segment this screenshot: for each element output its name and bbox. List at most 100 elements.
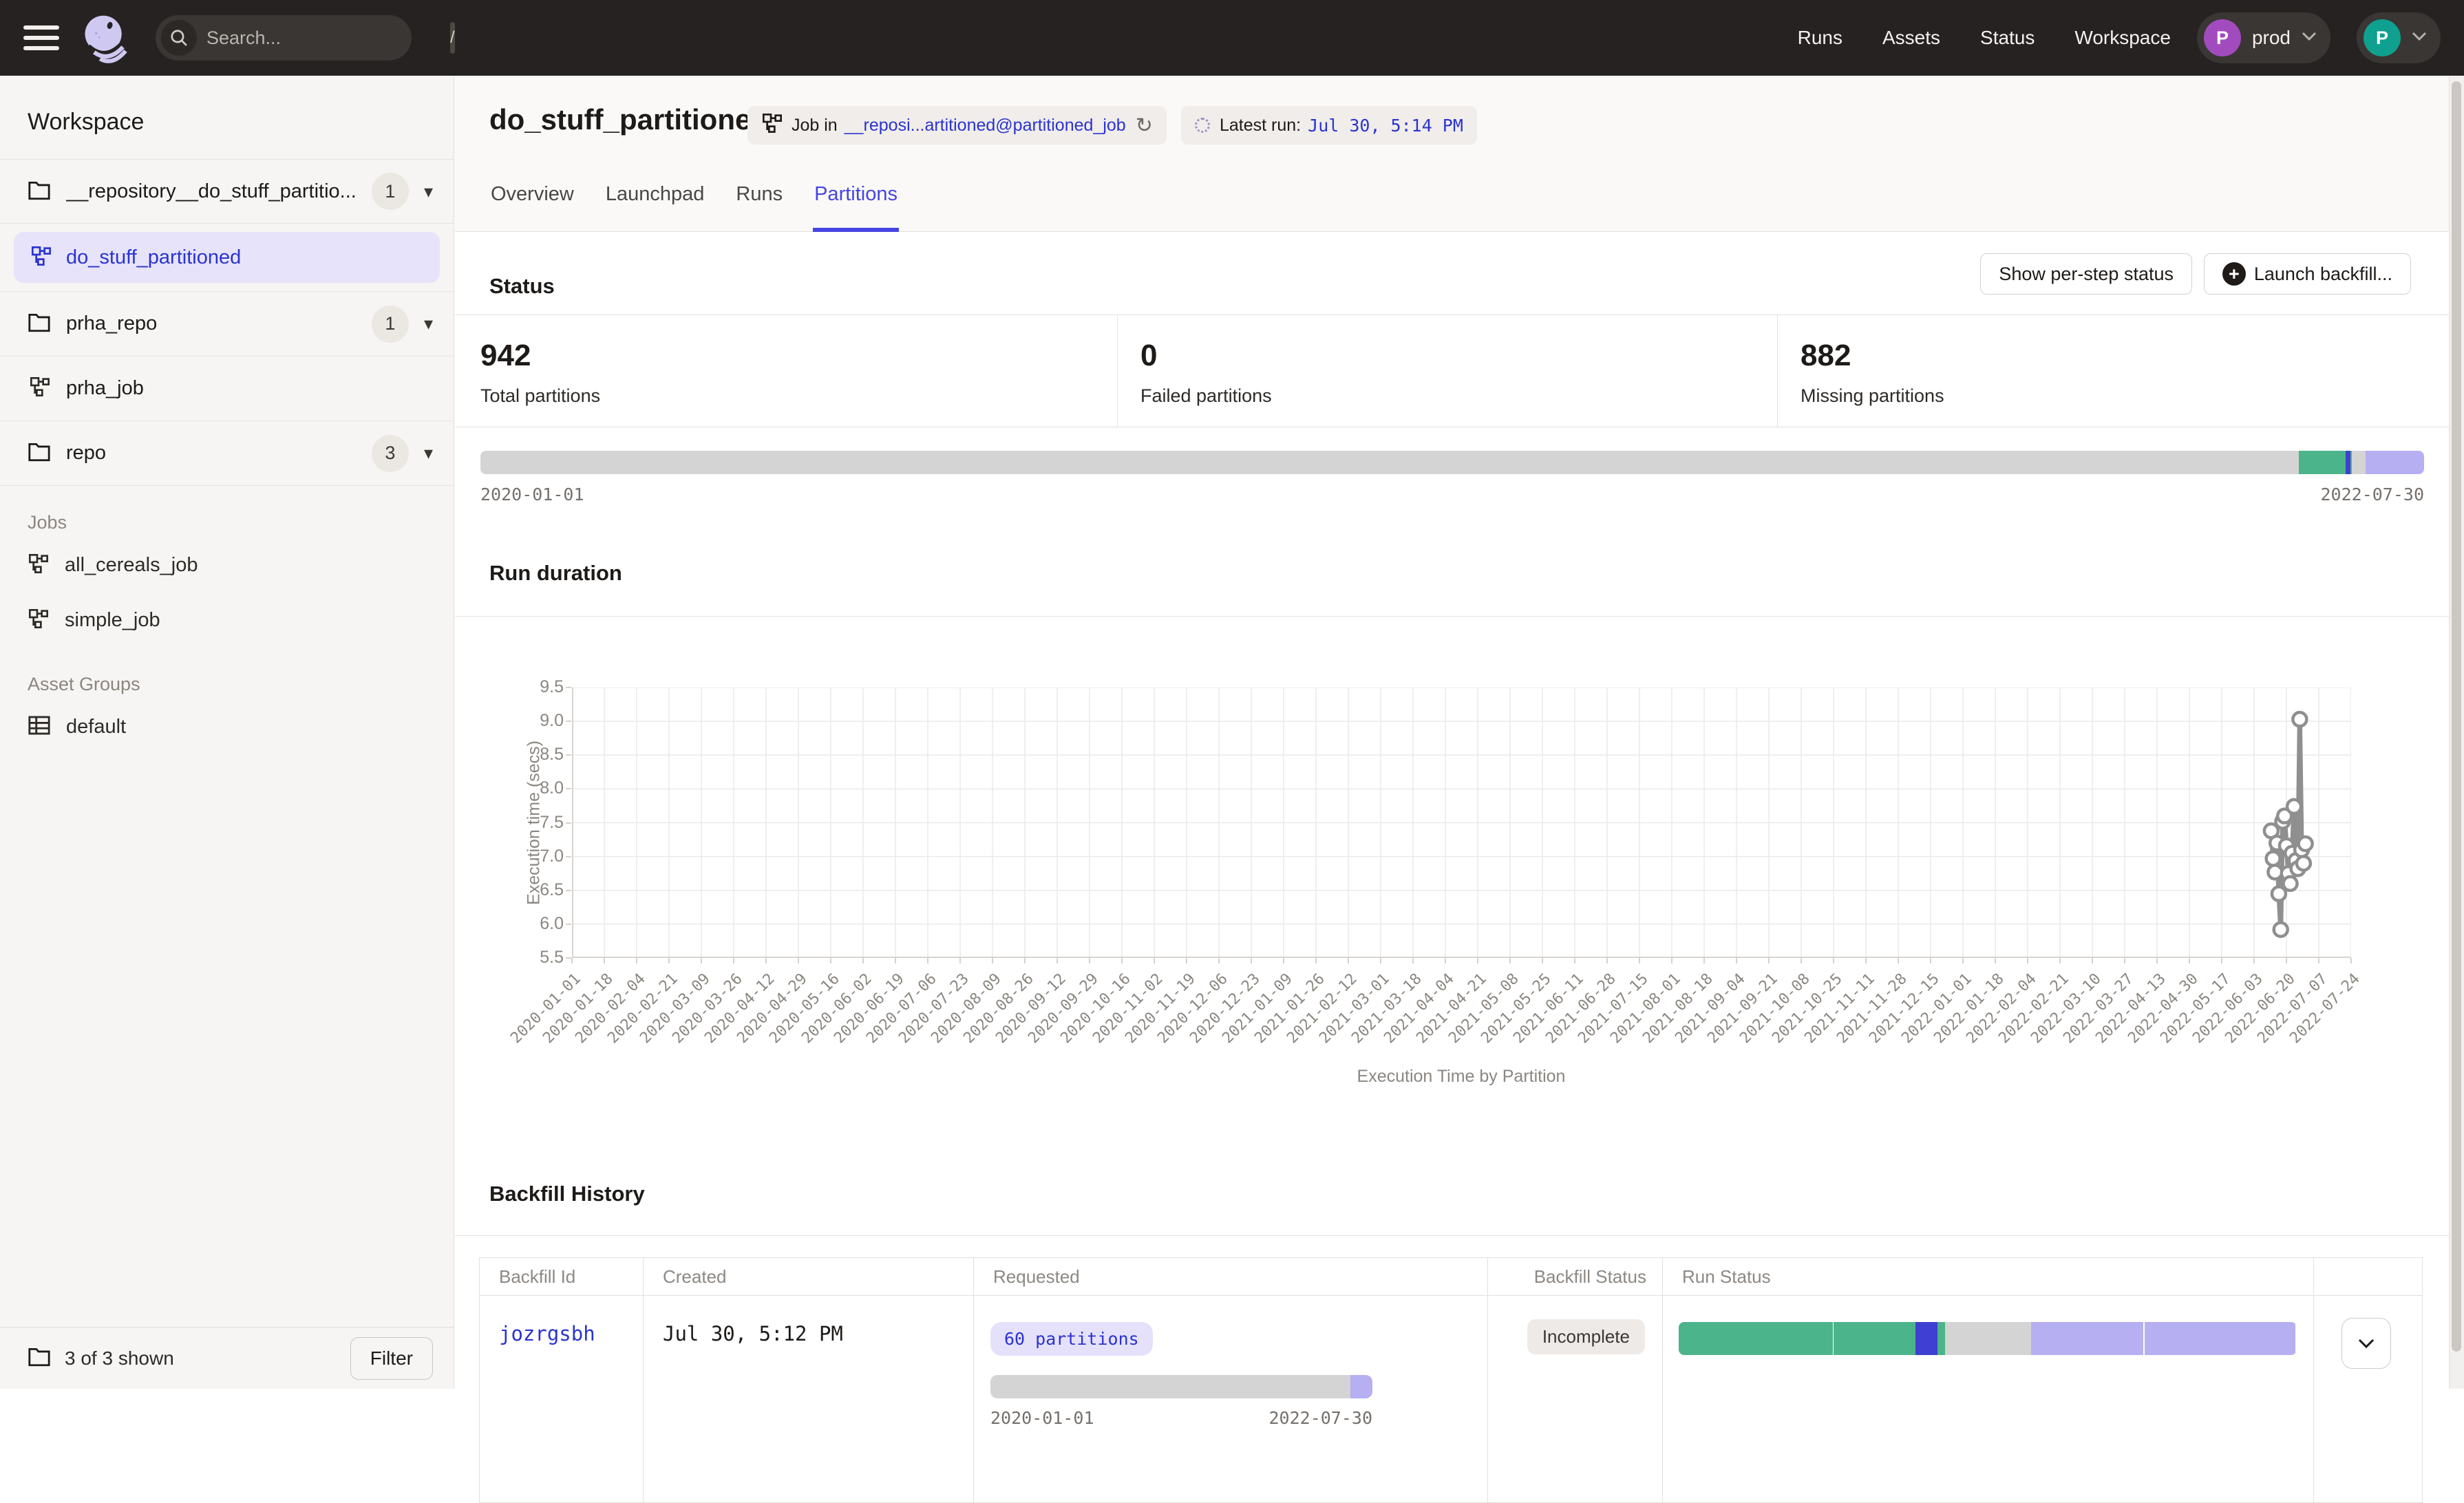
- backfill-history-table: Backfill IdCreatedRequestedBackfill Stat…: [479, 1257, 2423, 1503]
- row-expand-button[interactable]: [2341, 1318, 2391, 1369]
- tab-partitions[interactable]: Partitions: [813, 179, 899, 232]
- run-duration-heading: Run duration: [489, 561, 622, 586]
- x-tick-mark: [733, 958, 734, 963]
- folder-icon: [28, 1346, 51, 1370]
- bar-segment: [1915, 1322, 1937, 1355]
- x-tick-mark: [1671, 958, 1672, 963]
- repo-count-badge: 1: [372, 173, 409, 210]
- x-tick-mark: [1995, 958, 1996, 963]
- bar-segment: [2145, 1322, 2295, 1355]
- tab-launchpad[interactable]: Launchpad: [604, 179, 706, 232]
- x-tick-mark: [668, 958, 670, 963]
- x-tick-mark: [959, 958, 961, 963]
- repo-label: __repository__do_stuff_partitio...: [66, 180, 355, 203]
- partition-range-end: 2022-07-30: [2320, 484, 2424, 504]
- tab-overview[interactable]: Overview: [489, 179, 575, 232]
- launch-backfill-button[interactable]: + Launch backfill...: [2204, 253, 2411, 295]
- backfill-id-link[interactable]: jozrgsbh: [480, 1322, 595, 1345]
- run-duration-chart[interactable]: [572, 687, 2351, 958]
- chevron-down-icon: [2302, 32, 2317, 45]
- search-box[interactable]: /: [156, 15, 412, 61]
- x-tick-mark: [1865, 958, 1867, 963]
- y-tick-mark: [566, 856, 571, 857]
- bar-segment: [2031, 1322, 2143, 1355]
- dagster-logo-icon[interactable]: [78, 12, 131, 64]
- nav-link-runs[interactable]: Runs: [1798, 27, 1842, 49]
- sidebar-job-simple_job[interactable]: simple_job: [0, 593, 454, 648]
- search-icon: [161, 20, 197, 56]
- partition-stats: 942Total partitions0Failed partitions882…: [455, 315, 2464, 427]
- show-per-step-status-button[interactable]: Show per-step status: [1980, 253, 2192, 295]
- bar-segment: [1679, 1322, 1833, 1355]
- search-input[interactable]: [206, 28, 450, 49]
- x-tick-mark: [1445, 958, 1446, 963]
- y-tick-label: 7.5: [455, 813, 564, 833]
- nav-link-assets[interactable]: Assets: [1882, 27, 1940, 49]
- x-tick-mark: [1542, 958, 1543, 963]
- job-repo-link[interactable]: __reposi...artitioned@partitioned_job: [845, 116, 1126, 136]
- x-tick-mark: [2350, 958, 2352, 963]
- filter-button[interactable]: Filter: [350, 1337, 433, 1380]
- job-icon: [29, 376, 51, 401]
- caret-down-icon[interactable]: ▾: [424, 313, 433, 334]
- x-tick-mark: [2124, 958, 2125, 963]
- x-axis-title: Execution Time by Partition: [1255, 1067, 1668, 1087]
- x-tick-mark: [862, 958, 864, 963]
- latest-run-time-link[interactable]: Jul 30, 5:14 PM: [1308, 116, 1463, 136]
- page-tabs: Overview Launchpad Runs Partitions: [489, 179, 899, 232]
- requested-range-start: 2020-01-01: [990, 1408, 1094, 1428]
- latest-run-label: Latest run:: [1220, 116, 1301, 136]
- requested-partitions-tag[interactable]: 60 partitions: [990, 1322, 1153, 1356]
- x-tick-mark: [895, 958, 896, 963]
- user-menu[interactable]: P: [2357, 12, 2441, 63]
- asset-group-label: default: [66, 716, 126, 738]
- x-tick-mark: [2221, 958, 2222, 963]
- nav-link-status[interactable]: Status: [1980, 27, 2035, 49]
- sidebar-repo-repo[interactable]: repo3▾: [0, 421, 454, 486]
- page-title: do_stuff_partitioned: [489, 103, 769, 136]
- stat-label: Total partitions: [480, 385, 1117, 407]
- sidebar-repo-prha_repo[interactable]: prha_repo1▾: [0, 292, 454, 356]
- x-tick-mark: [2253, 958, 2255, 963]
- nav-links: Runs Assets Status Workspace: [1798, 27, 2171, 49]
- deployment-avatar: P: [2204, 19, 2241, 56]
- run-status-bar[interactable]: [1679, 1322, 2297, 1355]
- y-tick-mark: [566, 822, 571, 824]
- run-status-dot-icon: [1195, 118, 1210, 133]
- backfill-status-badge: Incomplete: [1527, 1319, 1645, 1354]
- tab-runs[interactable]: Runs: [734, 179, 784, 232]
- stat-failed-partitions: 0Failed partitions: [1118, 315, 1778, 427]
- sidebar-item-prha_job[interactable]: prha_job: [0, 356, 454, 421]
- sidebar-title: Workspace: [0, 76, 454, 159]
- x-tick-mark: [1736, 958, 1737, 963]
- x-tick-mark: [2059, 958, 2061, 963]
- sidebar-item-do_stuff_partitioned[interactable]: do_stuff_partitioned: [14, 232, 440, 283]
- x-tick-mark: [1509, 958, 1511, 963]
- sidebar-repo-__repository__do_stuff_partitio-[interactable]: __repository__do_stuff_partitio... 1 ▾: [0, 159, 454, 224]
- repo-label: repo: [66, 442, 106, 465]
- column-header-actions: [2314, 1258, 2422, 1295]
- x-tick-mark: [1251, 958, 1252, 963]
- sidebar-job-all_cereals_job[interactable]: all_cereals_job: [0, 537, 454, 593]
- caret-down-icon[interactable]: ▾: [424, 443, 433, 464]
- hamburger-menu-icon[interactable]: [23, 25, 59, 50]
- y-tick-mark: [566, 890, 571, 891]
- caret-down-icon[interactable]: ▾: [424, 181, 433, 202]
- scrollbar-thumb[interactable]: [2452, 81, 2461, 1352]
- page-scrollbar[interactable]: [2449, 76, 2464, 1389]
- deployment-switcher[interactable]: P prod: [2197, 12, 2330, 63]
- stat-value: 0: [1140, 339, 1777, 373]
- partition-range-start: 2020-01-01: [480, 484, 584, 504]
- x-tick-mark: [927, 958, 928, 963]
- nav-link-workspace[interactable]: Workspace: [2074, 27, 2171, 49]
- sidebar-asset-group-default[interactable]: default: [0, 699, 454, 754]
- partition-status-bar[interactable]: [480, 451, 2424, 474]
- x-tick-mark: [1606, 958, 1608, 963]
- refresh-icon[interactable]: ↻: [1136, 114, 1153, 138]
- y-tick-mark: [566, 721, 571, 722]
- backfill-history-heading: Backfill History: [489, 1182, 645, 1206]
- requested-range-bar: [990, 1375, 1372, 1398]
- stat-value: 882: [1801, 339, 2464, 373]
- x-tick-mark: [604, 958, 605, 963]
- job-icon: [761, 112, 783, 139]
